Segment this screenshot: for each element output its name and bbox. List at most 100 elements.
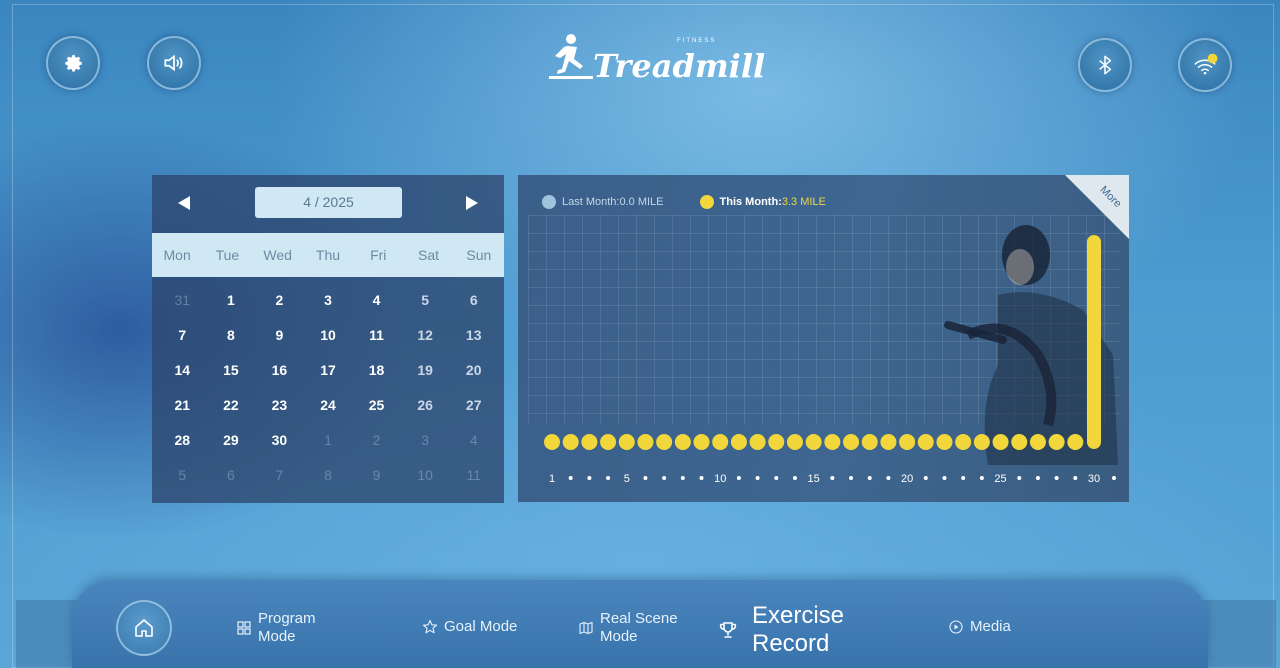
x-tick-dot	[830, 476, 835, 480]
bar-day-14	[786, 434, 803, 450]
calendar-day[interactable]: 4	[352, 283, 401, 318]
x-tick-dot	[923, 476, 928, 480]
nav-exercise-record[interactable]: Exercise Record	[718, 602, 844, 658]
x-tick-dot	[643, 476, 648, 480]
logo-text: Treadmill	[593, 47, 766, 85]
nav-program-mode[interactable]: Program Mode	[236, 610, 316, 646]
bar-day-16	[824, 434, 841, 450]
settings-button[interactable]	[46, 36, 100, 90]
calendar-day[interactable]: 19	[401, 353, 450, 388]
calendar-day[interactable]: 23	[255, 388, 304, 423]
calendar-day[interactable]: 11	[449, 458, 498, 493]
calendar-day[interactable]: 5	[158, 458, 207, 493]
calendar-day[interactable]: 10	[304, 318, 353, 353]
calendar-day[interactable]: 7	[255, 458, 304, 493]
bluetooth-icon	[1099, 55, 1112, 75]
calendar-day[interactable]: 5	[401, 283, 450, 318]
calendar-day[interactable]: 8	[207, 318, 256, 353]
calendar-day[interactable]: 12	[401, 318, 450, 353]
calendar-day[interactable]: 24	[304, 388, 353, 423]
weekday-label: Tue	[215, 247, 240, 263]
nav-real-scene-mode[interactable]: Real Scene Mode	[578, 610, 678, 646]
nav-realscene-label-1: Real Scene	[600, 610, 678, 627]
bar-day-26	[1011, 434, 1028, 450]
nav-realscene-label-2: Mode	[600, 628, 638, 645]
calendar-day[interactable]: 2	[255, 283, 304, 318]
weekday-label: Sun	[466, 247, 492, 263]
x-tick-dot	[849, 476, 854, 480]
calendar-day[interactable]: 8	[304, 458, 353, 493]
nav-goal-mode[interactable]: Goal Mode	[422, 618, 517, 636]
calendar-day[interactable]: 3	[304, 283, 353, 318]
calendar-day[interactable]: 13	[449, 318, 498, 353]
bar-day-8	[674, 434, 691, 450]
calendar-day[interactable]: 30	[255, 423, 304, 458]
calendar-day[interactable]: 15	[207, 353, 256, 388]
bar-day-2	[562, 434, 579, 450]
calendar-day[interactable]: 11	[352, 318, 401, 353]
wifi-button[interactable]	[1178, 38, 1232, 92]
calendar-day[interactable]: 31	[158, 283, 207, 318]
calendar-day[interactable]: 14	[158, 353, 207, 388]
calendar-month-label: 4 / 2025	[255, 187, 402, 218]
x-tick-label: 1	[549, 473, 555, 485]
bottom-navigation: Program Mode Goal Mode Real Scene Mode E…	[72, 580, 1208, 668]
bar-day-20	[899, 434, 916, 450]
calendar-day[interactable]: 27	[449, 388, 498, 423]
x-tick-dot	[961, 476, 966, 480]
bluetooth-button[interactable]	[1078, 38, 1132, 92]
bar-day-25	[992, 434, 1009, 450]
calendar-day[interactable]: 9	[255, 318, 304, 353]
play-circle-icon	[949, 620, 963, 634]
map-icon	[579, 621, 593, 635]
calendar-day[interactable]: 9	[352, 458, 401, 493]
gear-icon	[65, 55, 82, 72]
calendar-day[interactable]: 18	[352, 353, 401, 388]
calendar-day[interactable]: 7	[158, 318, 207, 353]
calendar-day[interactable]: 25	[352, 388, 401, 423]
calendar-day[interactable]: 1	[304, 423, 353, 458]
bar-day-13	[768, 434, 785, 450]
calendar-day[interactable]: 6	[449, 283, 498, 318]
prev-month-icon[interactable]	[174, 193, 194, 213]
weekday-label: Fri	[370, 247, 387, 263]
bar-day-28	[1048, 434, 1065, 450]
calendar-day[interactable]: 6	[207, 458, 256, 493]
nav-media[interactable]: Media	[948, 618, 1011, 636]
calendar-day[interactable]: 26	[401, 388, 450, 423]
exercise-chart-panel: Last Month: 0.0 MILE This Month: 3.3 MIL…	[518, 175, 1129, 502]
calendar-panel: 4 / 2025 Mon Tue Wed Thu Fri Sat Sun 31 1…	[152, 175, 504, 503]
bar-day-23	[955, 434, 972, 450]
bar-day-12	[749, 434, 766, 450]
more-corner-tab[interactable]	[1065, 175, 1129, 239]
bar-day-24	[973, 434, 990, 450]
mileage-bar-chart: 1 5 10 15 20 25 30	[544, 235, 1116, 485]
calendar-day[interactable]: 16	[255, 353, 304, 388]
calendar-day[interactable]: 10	[401, 458, 450, 493]
calendar-day[interactable]: 3	[401, 423, 450, 458]
calendar-day[interactable]: 21	[158, 388, 207, 423]
calendar-day[interactable]: 28	[158, 423, 207, 458]
calendar-day[interactable]: 17	[304, 353, 353, 388]
calendar-day[interactable]: 4	[449, 423, 498, 458]
bar-day-18	[861, 434, 878, 450]
x-tick-label: 10	[714, 473, 726, 485]
nav-exercise-label-2: Record	[752, 630, 830, 657]
wifi-icon	[1194, 53, 1218, 75]
trophy-icon	[719, 622, 737, 638]
calendar-day[interactable]: 20	[449, 353, 498, 388]
calendar-day[interactable]: 2	[352, 423, 401, 458]
x-tick-dot	[587, 476, 592, 480]
calendar-day[interactable]: 1	[207, 283, 256, 318]
x-tick-dot	[699, 476, 704, 480]
sound-button[interactable]	[147, 36, 201, 90]
calendar-day[interactable]: 29	[207, 423, 256, 458]
grid-icon	[237, 621, 251, 635]
home-button[interactable]	[116, 600, 172, 656]
nav-media-label: Media	[970, 618, 1011, 635]
x-tick-label: 30	[1088, 473, 1100, 485]
calendar-day[interactable]: 22	[207, 388, 256, 423]
home-icon	[135, 619, 153, 637]
bar-day-27	[1029, 434, 1046, 450]
next-month-icon[interactable]	[462, 193, 482, 213]
